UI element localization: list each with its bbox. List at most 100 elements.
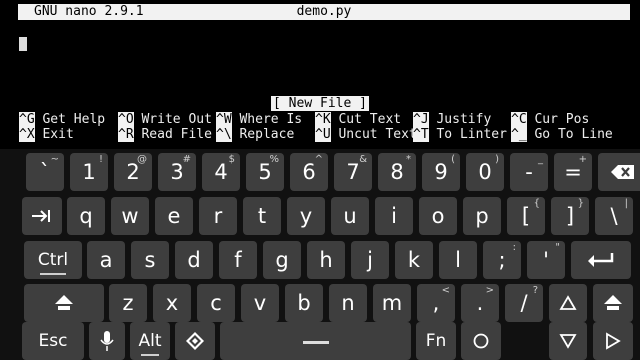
key-0[interactable]: 0): [466, 153, 504, 191]
key-9[interactable]: 9(: [422, 153, 460, 191]
key-s[interactable]: s: [131, 241, 169, 279]
key-q[interactable]: q: [67, 197, 105, 235]
shortcut-write-out: ^O Write Out: [118, 112, 212, 127]
enter-key[interactable]: [571, 241, 631, 279]
key-a[interactable]: a: [87, 241, 125, 279]
shortcut-label: Exit: [34, 127, 74, 142]
key-x[interactable]: x: [153, 284, 191, 322]
key-;[interactable]: ;:: [483, 241, 521, 279]
arrow-right-key[interactable]: [593, 322, 633, 360]
key--[interactable]: - _: [510, 153, 548, 191]
key-'[interactable]: ' ": [527, 241, 565, 279]
key-=[interactable]: = +: [554, 153, 592, 191]
key-4[interactable]: 4 $: [202, 153, 240, 191]
key-2[interactable]: 2 @: [114, 153, 152, 191]
shortcut-uncut-text: ^U Uncut Text: [315, 127, 417, 142]
key-3[interactable]: 3 #: [158, 153, 196, 191]
key-label: Esc: [38, 331, 68, 351]
arrow-down-key[interactable]: [549, 322, 587, 360]
shortcut-label: Justify: [428, 112, 492, 127]
key-label: t: [257, 204, 267, 228]
key-1[interactable]: 1!: [70, 153, 108, 191]
key-u[interactable]: u: [331, 197, 369, 235]
key-b[interactable]: b: [285, 284, 323, 322]
shortcut-to-linter: ^T To Linter: [413, 127, 507, 142]
shortcut-key: ^T: [413, 127, 429, 142]
key-k[interactable]: k: [395, 241, 433, 279]
key-6[interactable]: 6 ^: [290, 153, 328, 191]
key-5[interactable]: 5%: [246, 153, 284, 191]
shortcut-label: Replace: [231, 127, 295, 142]
microphone-key[interactable]: [89, 322, 125, 360]
key-label: r: [213, 204, 223, 228]
key-v[interactable]: v: [241, 284, 279, 322]
key-z[interactable]: z: [109, 284, 147, 322]
key-e[interactable]: e: [155, 197, 193, 235]
key-8[interactable]: 8 *: [378, 153, 416, 191]
space-key[interactable]: [220, 322, 411, 360]
key-[[interactable]: [{: [507, 197, 545, 235]
key-f[interactable]: f: [219, 241, 257, 279]
terminal[interactable]: GNU nano 2.9.1 demo.py [ New File ] ^G G…: [0, 0, 640, 148]
key-.[interactable]: . >: [461, 284, 499, 322]
key-i[interactable]: i: [375, 197, 413, 235]
key-label: b: [297, 291, 311, 315]
shift-right-key[interactable]: [593, 284, 633, 322]
key-y[interactable]: y: [287, 197, 325, 235]
key-/[interactable]: /?: [505, 284, 543, 322]
key-\[interactable]: \ |: [595, 197, 633, 235]
shortcut-cut-text: ^K Cut Text: [315, 112, 401, 127]
key-r[interactable]: r: [199, 197, 237, 235]
shortcut-label: Uncut Text: [330, 127, 417, 142]
alt-key[interactable]: Alt: [130, 322, 170, 360]
key-secondary-label: (: [451, 154, 455, 165]
key-o[interactable]: o: [419, 197, 457, 235]
status-line: [ New File ]: [0, 96, 640, 111]
shortcut-key: ^O: [118, 112, 134, 127]
ctrl-key[interactable]: Ctrl: [24, 241, 82, 279]
shortcut-key: ^\: [216, 127, 232, 142]
key-d[interactable]: d: [175, 241, 213, 279]
key-secondary-label: |: [624, 198, 628, 209]
key-label: e: [167, 204, 181, 228]
shortcut-label: Cut Text: [330, 112, 402, 127]
shortcut-label: Go To Line: [526, 127, 613, 142]
shortcut-key: ^X: [19, 127, 35, 142]
key-secondary-label: &: [359, 154, 367, 165]
arrow-up-key[interactable]: [549, 284, 587, 322]
key-g[interactable]: g: [263, 241, 301, 279]
key-secondary-label: @: [137, 154, 147, 165]
key-7[interactable]: 7 &: [334, 153, 372, 191]
key-j[interactable]: j: [351, 241, 389, 279]
key-m[interactable]: m: [373, 284, 411, 322]
key-label: s: [144, 248, 156, 272]
esc-key[interactable]: Esc: [22, 322, 84, 360]
shortcut-key: ^J: [413, 112, 429, 127]
key-label: h: [319, 248, 333, 272]
tab-key[interactable]: [22, 197, 62, 235]
key-,[interactable]: , <: [417, 284, 455, 322]
shift-left-key[interactable]: [24, 284, 104, 322]
key-`[interactable]: ` ~: [26, 153, 64, 191]
filename: demo.py: [296, 4, 352, 19]
settings-key[interactable]: [175, 322, 215, 360]
key-c[interactable]: c: [197, 284, 235, 322]
shortcut-key: ^K: [315, 112, 331, 127]
key-label: p: [475, 204, 489, 228]
key-][interactable]: ]}: [551, 197, 589, 235]
home-key[interactable]: [461, 322, 501, 360]
key-p[interactable]: p: [463, 197, 501, 235]
key-label: i: [391, 204, 397, 228]
shortcut-label: Get Help: [34, 112, 106, 127]
shortcut-label: Write Out: [133, 112, 212, 127]
key-secondary-label: !: [98, 154, 103, 165]
key-t[interactable]: t: [243, 197, 281, 235]
key-secondary-label: _: [538, 154, 543, 165]
key-label: j: [367, 248, 373, 272]
fn-key[interactable]: Fn: [416, 322, 456, 360]
key-h[interactable]: h: [307, 241, 345, 279]
backspace-key[interactable]: [598, 153, 640, 191]
key-l[interactable]: l: [439, 241, 477, 279]
key-n[interactable]: n: [329, 284, 367, 322]
key-w[interactable]: w: [111, 197, 149, 235]
